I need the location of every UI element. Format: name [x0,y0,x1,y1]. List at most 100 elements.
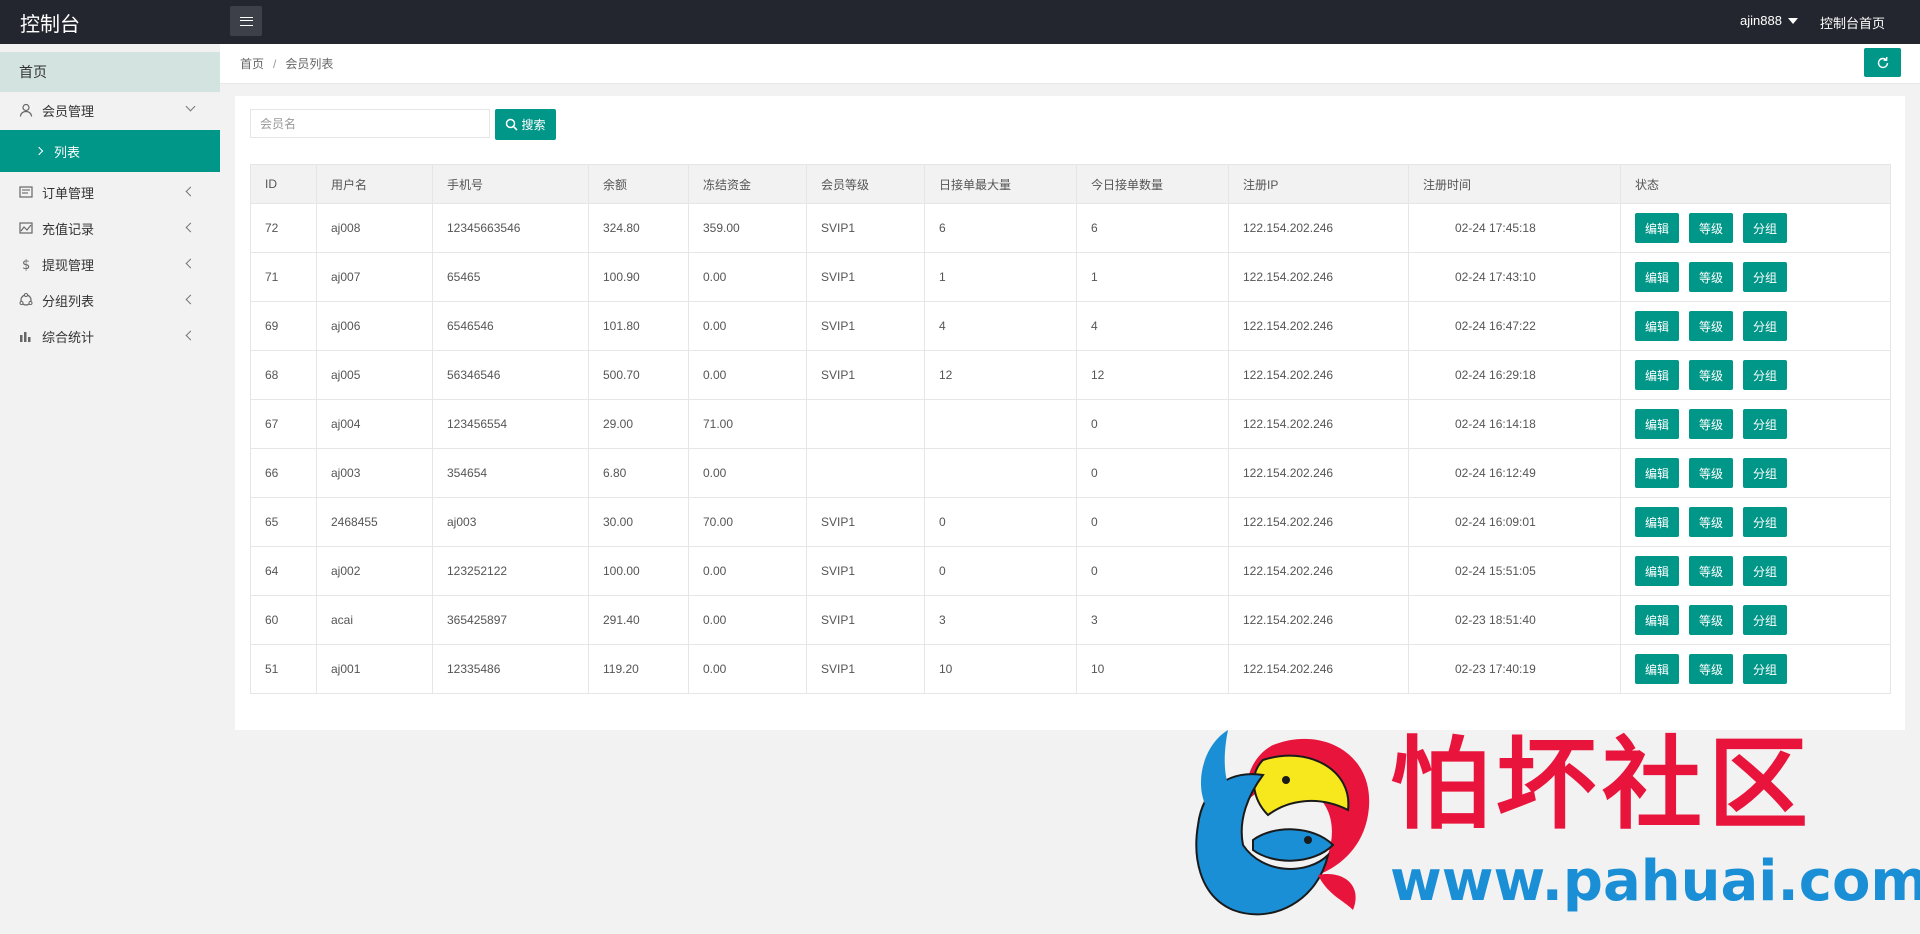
sidebar-item-statistics[interactable]: 综合统计 [0,318,220,354]
cell-reg-time: 02-24 15:51:05 [1408,546,1621,596]
table-row: 71 aj007 65465 100.90 0.00 SVIP1 1 1 122.154.202… [250,252,1891,302]
dollar-icon: $ [19,257,33,271]
cell-actions: 编辑 等级 分组 [1620,399,1891,449]
cell-username: aj002 [316,546,433,596]
edit-button[interactable]: 编辑 [1635,213,1679,243]
cell-phone: 123456554 [432,399,589,449]
level-button[interactable]: 等级 [1689,556,1733,586]
cell-today-count: 10 [1076,644,1229,694]
cell-balance: 291.40 [588,595,689,645]
edit-button[interactable]: 编辑 [1635,556,1679,586]
level-button[interactable]: 等级 [1689,654,1733,684]
group-button[interactable]: 分组 [1743,213,1787,243]
cell-level: SVIP1 [806,644,925,694]
sidebar-item-order-management[interactable]: 订单管理 [0,174,220,210]
edit-button[interactable]: 编辑 [1635,458,1679,488]
cell-id: 72 [250,203,317,253]
group-button[interactable]: 分组 [1743,654,1787,684]
console-home-link[interactable]: 控制台首页 [1820,13,1885,32]
group-button[interactable]: 分组 [1743,458,1787,488]
member-name-search-input[interactable] [250,109,490,138]
table-row: 69 aj006 6546546 101.80 0.00 SVIP1 4 4 122.154.2… [250,301,1891,351]
cell-today-count: 4 [1076,301,1229,351]
cell-actions: 编辑 等级 分组 [1620,595,1891,645]
group-button[interactable]: 分组 [1743,311,1787,341]
table-row: 72 aj008 12345663546 324.80 359.00 SVIP1 6 6 122… [250,203,1891,253]
group-button[interactable]: 分组 [1743,262,1787,292]
breadcrumb-home[interactable]: 首页 [240,57,264,71]
cell-username: aj003 [316,448,433,498]
cell-today-count: 6 [1076,203,1229,253]
group-button[interactable]: 分组 [1743,409,1787,439]
level-button[interactable]: 等级 [1689,360,1733,390]
cell-reg-time: 02-24 17:45:18 [1408,203,1621,253]
group-button[interactable]: 分组 [1743,507,1787,537]
cell-frozen: 0.00 [688,350,807,400]
cell-daily-max: 10 [924,644,1077,694]
edit-button[interactable]: 编辑 [1635,262,1679,292]
cell-id: 64 [250,546,317,596]
sidebar-item-member-management[interactable]: 会员管理 [0,92,220,128]
level-button[interactable]: 等级 [1689,458,1733,488]
level-button[interactable]: 等级 [1689,605,1733,635]
group-button[interactable]: 分组 [1743,360,1787,390]
table-row: 67 aj004 123456554 29.00 71.00 0 122.154.202.2… [250,399,1891,449]
cell-reg-time: 02-23 17:40:19 [1408,644,1621,694]
cell-frozen: 70.00 [688,497,807,547]
brand-title[interactable]: 控制台 [20,8,80,37]
cell-id: 69 [250,301,317,351]
cell-today-count: 0 [1076,399,1229,449]
edit-button[interactable]: 编辑 [1635,654,1679,684]
edit-button[interactable]: 编辑 [1635,360,1679,390]
column-header: 会员等级 [806,164,925,204]
sidebar-item-withdrawal-management[interactable]: $ 提现管理 [0,246,220,282]
edit-button[interactable]: 编辑 [1635,409,1679,439]
table-header-row: ID 用户名 手机号 余额 冻结资金 会员等级 日接单最大量 今日接单数量 注册IP 注册时间 状态 [250,164,1891,204]
cell-level: SVIP1 [806,301,925,351]
sidebar-item-recharge-records[interactable]: 充值记录 [0,210,220,246]
cell-actions: 编辑 等级 分组 [1620,301,1891,351]
cell-reg-ip: 122.154.202.246 [1228,350,1409,400]
column-header: 余额 [588,164,689,204]
search-button-label: 搜索 [521,118,546,132]
watermark-url: www.pahuai.com [1390,849,1920,914]
edit-button[interactable]: 编辑 [1635,507,1679,537]
cell-level: SVIP1 [806,497,925,547]
sidebar-item-home[interactable]: 首页 [0,52,220,92]
row-actions: 编辑 等级 分组 [1635,654,1890,684]
sidebar-subitem-label: 列表 [54,144,81,160]
cell-phone: 12335486 [432,644,589,694]
cell-id: 67 [250,399,317,449]
sidebar-subitem-list[interactable]: 列表 [0,130,220,172]
breadcrumb-current: 会员列表 [285,57,334,71]
edit-button[interactable]: 编辑 [1635,605,1679,635]
row-actions: 编辑 等级 分组 [1635,311,1890,341]
menu-icon [239,16,253,26]
cell-reg-time: 02-24 16:12:49 [1408,448,1621,498]
search-button[interactable]: 搜索 [495,109,556,140]
group-button[interactable]: 分组 [1743,605,1787,635]
group-button[interactable]: 分组 [1743,556,1787,586]
level-button[interactable]: 等级 [1689,213,1733,243]
user-menu[interactable]: ajin888 [1740,13,1798,28]
table-row: 66 aj003 354654 6.80 0.00 0 122.154.202.246 02-… [250,448,1891,498]
level-button[interactable]: 等级 [1689,311,1733,341]
sidebar-item-group-list[interactable]: 分组列表 [0,282,220,318]
cell-daily-max: 0 [924,497,1077,547]
cell-reg-time: 02-24 16:29:18 [1408,350,1621,400]
menu-toggle-button[interactable] [230,6,262,36]
cell-actions: 编辑 等级 分组 [1620,203,1891,253]
cell-id: 66 [250,448,317,498]
refresh-button[interactable] [1864,48,1901,77]
table-row: 51 aj001 12335486 119.20 0.00 SVIP1 10 10 122.15… [250,644,1891,694]
sidebar-item-label: 订单管理 [42,185,95,201]
sidebar-item-label: 充值记录 [42,221,95,237]
level-button[interactable]: 等级 [1689,507,1733,537]
cell-id: 71 [250,252,317,302]
cell-daily-max: 4 [924,301,1077,351]
level-button[interactable]: 等级 [1689,409,1733,439]
level-button[interactable]: 等级 [1689,262,1733,292]
cell-frozen: 0.00 [688,448,807,498]
edit-button[interactable]: 编辑 [1635,311,1679,341]
row-actions: 编辑 等级 分组 [1635,213,1890,243]
